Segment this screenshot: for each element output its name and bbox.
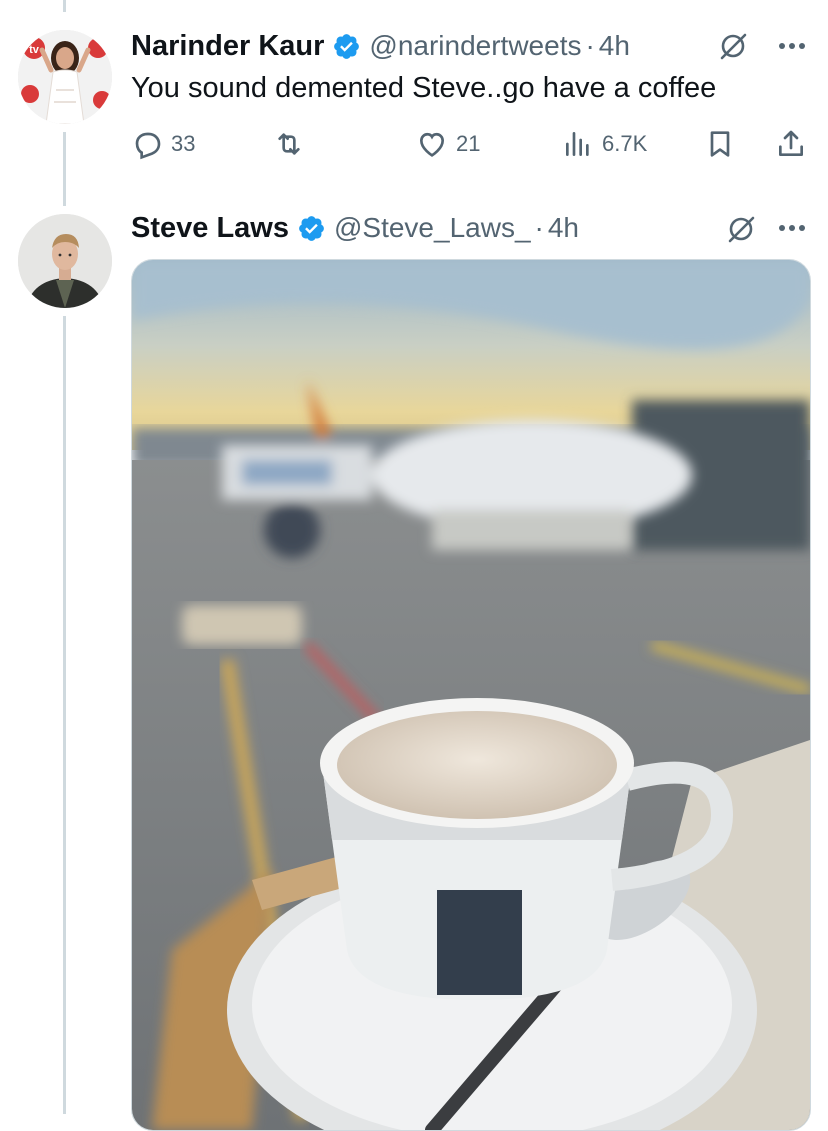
verified-badge-icon bbox=[334, 33, 360, 59]
bookmark-button[interactable] bbox=[704, 128, 736, 160]
tweet-media-photo[interactable] bbox=[131, 259, 811, 1131]
thread-line-2 bbox=[63, 316, 66, 1114]
avatar-narinder[interactable]: tv bbox=[18, 30, 112, 124]
more-options-icon[interactable] bbox=[778, 42, 806, 50]
like-count: 21 bbox=[456, 131, 481, 156]
reply-count: 33 bbox=[171, 131, 196, 156]
views-button[interactable]: 6.7K bbox=[562, 128, 647, 160]
separator-dot: · bbox=[534, 212, 544, 243]
display-name[interactable]: Narinder Kaur bbox=[131, 30, 324, 63]
separator-dot: · bbox=[585, 30, 595, 61]
heart-icon bbox=[419, 132, 445, 157]
grok-icon[interactable] bbox=[726, 214, 756, 244]
verified-badge-icon bbox=[299, 215, 324, 241]
thread-line-top bbox=[63, 0, 66, 12]
views-icon bbox=[566, 132, 589, 156]
timestamp[interactable]: 4h bbox=[548, 212, 579, 244]
repost-button[interactable] bbox=[273, 128, 305, 160]
timestamp[interactable]: 4h bbox=[599, 30, 630, 62]
more-options-icon[interactable] bbox=[778, 224, 806, 232]
tweet-header-steve: Steve Laws @Steve_Laws_ · 4h bbox=[131, 208, 579, 248]
bookmark-icon bbox=[710, 131, 730, 157]
views-count: 6.7K bbox=[602, 131, 648, 156]
share-icon bbox=[779, 130, 803, 156]
reply-icon bbox=[135, 132, 161, 160]
tweet-text: You sound demented Steve..go have a coff… bbox=[131, 72, 717, 104]
tv-logo-text: tv bbox=[29, 44, 40, 56]
thread-line-1 bbox=[63, 132, 66, 206]
reply-button[interactable]: 33 bbox=[131, 128, 195, 160]
tweet-header-narinder: Narinder Kaur @narindertweets · 4h bbox=[131, 26, 630, 66]
share-button[interactable] bbox=[775, 128, 807, 160]
avatar-steve[interactable] bbox=[18, 214, 112, 308]
display-name[interactable]: Steve Laws bbox=[131, 212, 289, 245]
handle[interactable]: @narindertweets bbox=[369, 30, 581, 62]
handle[interactable]: @Steve_Laws_ bbox=[334, 212, 531, 244]
grok-icon[interactable] bbox=[718, 31, 748, 61]
repost-icon bbox=[278, 133, 300, 155]
like-button[interactable]: 21 bbox=[416, 128, 480, 160]
